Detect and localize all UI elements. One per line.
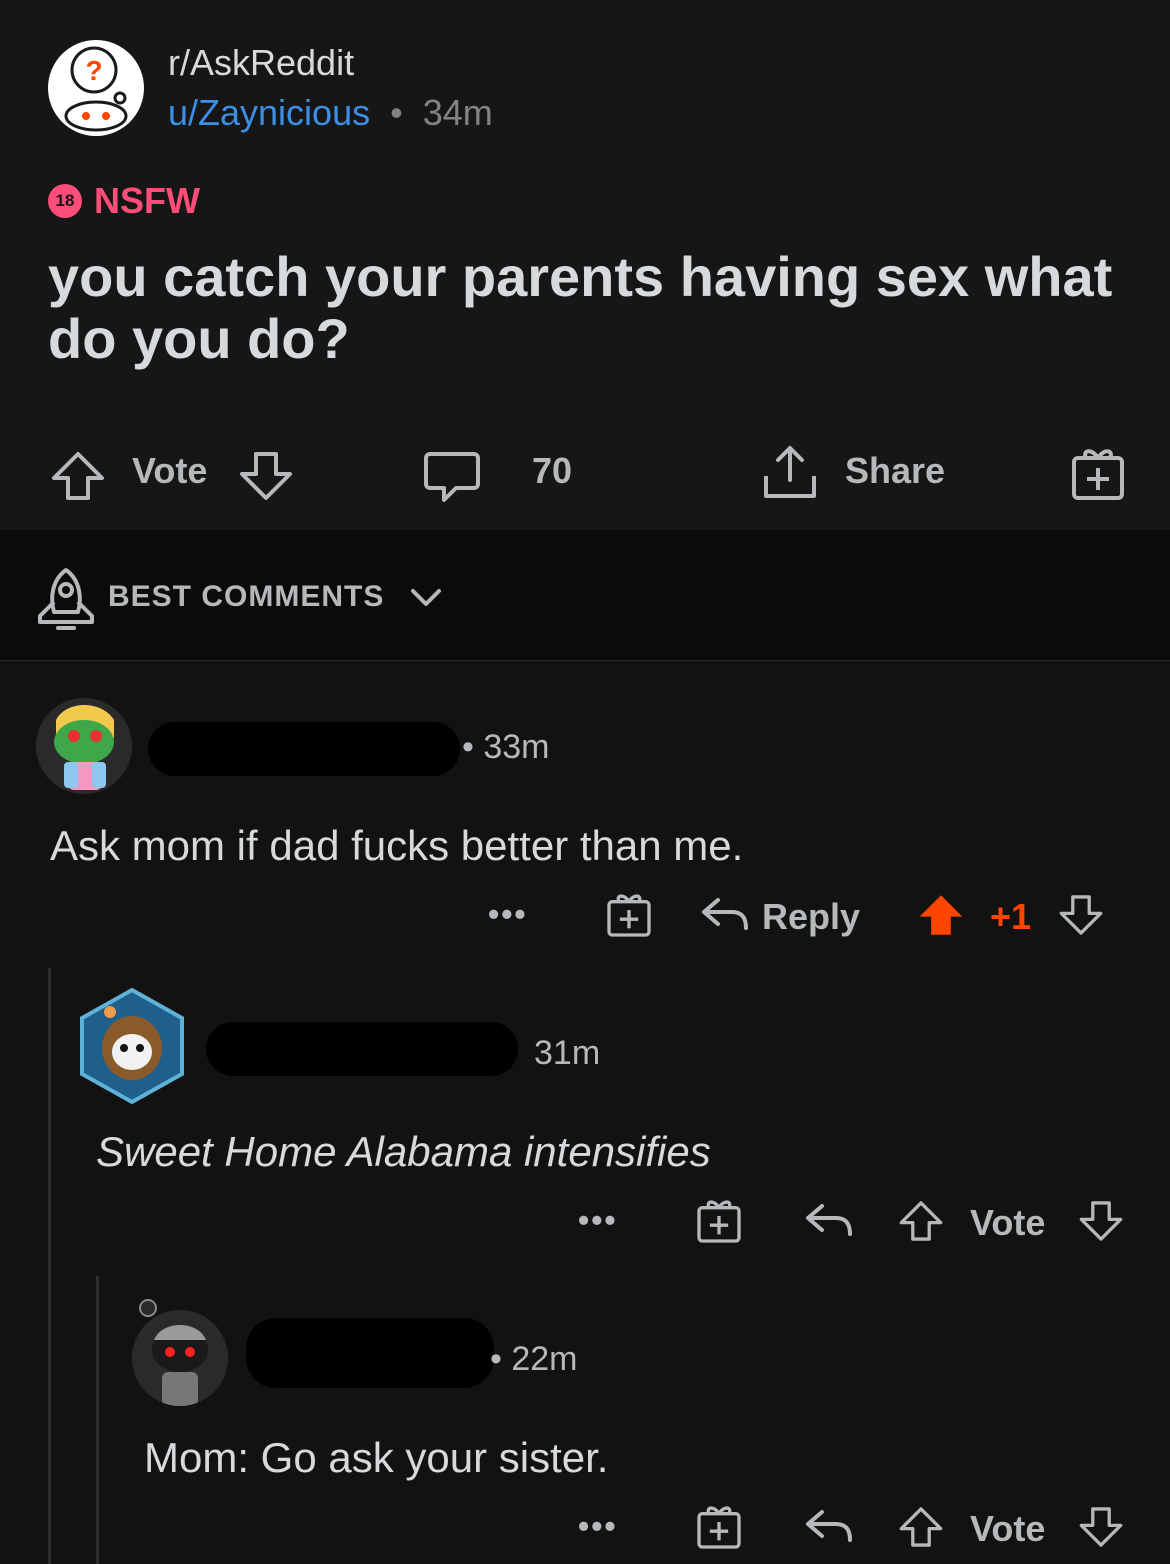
post-title[interactable]: you catch your parents having sex what d… bbox=[48, 246, 1128, 370]
vote-label: Vote bbox=[970, 1202, 1046, 1243]
nsfw-18-icon: 18 bbox=[48, 184, 82, 218]
comment-count: 70 bbox=[532, 450, 573, 491]
meta-separator: • bbox=[390, 92, 403, 133]
post-age: 34m bbox=[422, 92, 493, 133]
comment-age: 31m bbox=[534, 1034, 601, 1072]
upvote-active-icon[interactable] bbox=[918, 892, 964, 938]
downvote-icon[interactable] bbox=[1078, 1198, 1124, 1244]
comment-avatar[interactable] bbox=[36, 698, 132, 794]
comment-body[interactable]: Ask mom if dad fucks better than me. bbox=[50, 822, 743, 870]
avatar-icon[interactable] bbox=[76, 986, 188, 1106]
reply-icon[interactable] bbox=[700, 894, 750, 934]
share-icon[interactable] bbox=[760, 442, 820, 502]
thread-line[interactable] bbox=[48, 968, 51, 1564]
award-icon[interactable] bbox=[1068, 444, 1128, 504]
award-icon[interactable] bbox=[604, 890, 654, 940]
antenna-icon bbox=[139, 1299, 157, 1317]
downvote-icon[interactable] bbox=[1058, 892, 1104, 938]
reply-icon[interactable] bbox=[804, 1506, 854, 1546]
post-header: ? r/AskReddit u/Zaynicious • 34m 18 NSFW… bbox=[0, 0, 1170, 530]
comment-avatar[interactable] bbox=[132, 1310, 228, 1406]
thread-line[interactable] bbox=[96, 1276, 99, 1564]
chevron-down-icon bbox=[411, 589, 441, 606]
reply-label[interactable]: Reply bbox=[762, 896, 860, 938]
subreddit-name[interactable]: r/AskReddit bbox=[168, 42, 354, 84]
nsfw-label: NSFW bbox=[94, 180, 200, 221]
svg-text:?: ? bbox=[85, 55, 102, 86]
askreddit-logo-icon: ? bbox=[64, 46, 128, 132]
avatar-icon bbox=[132, 1310, 228, 1406]
upvote-icon[interactable] bbox=[898, 1198, 944, 1244]
upvote-icon[interactable] bbox=[50, 448, 106, 504]
more-options-icon[interactable]: ••• bbox=[578, 1202, 618, 1239]
comment-score: +1 bbox=[990, 896, 1032, 937]
reply-icon[interactable] bbox=[804, 1200, 854, 1240]
share-label[interactable]: Share bbox=[845, 450, 945, 492]
downvote-icon[interactable] bbox=[1078, 1504, 1124, 1550]
nsfw-tag: 18 NSFW bbox=[48, 180, 200, 222]
rocket-icon bbox=[38, 568, 94, 630]
redacted-username bbox=[148, 722, 460, 776]
subreddit-avatar[interactable]: ? bbox=[48, 40, 144, 136]
award-icon[interactable] bbox=[694, 1502, 744, 1552]
more-options-icon[interactable]: ••• bbox=[578, 1508, 618, 1545]
comment-body[interactable]: Mom: Go ask your sister. bbox=[144, 1434, 608, 1482]
upvote-icon[interactable] bbox=[898, 1504, 944, 1550]
more-options-icon[interactable]: ••• bbox=[488, 896, 528, 933]
downvote-icon[interactable] bbox=[238, 448, 294, 504]
comment-age: • 22m bbox=[490, 1340, 578, 1378]
comment-icon[interactable] bbox=[422, 448, 482, 504]
sort-label[interactable]: BEST COMMENTS bbox=[108, 580, 384, 614]
comment-age: • 33m bbox=[462, 728, 550, 766]
vote-label: Vote bbox=[970, 1508, 1046, 1549]
award-icon[interactable] bbox=[694, 1196, 744, 1246]
comment-body[interactable]: Sweet Home Alabama intensifies bbox=[96, 1128, 711, 1176]
vote-label: Vote bbox=[132, 450, 208, 491]
redacted-username bbox=[206, 1022, 518, 1076]
post-action-bar: Vote 70 Share bbox=[0, 440, 1170, 504]
redacted-username bbox=[246, 1318, 494, 1388]
avatar-icon bbox=[36, 698, 132, 794]
post-meta: u/Zaynicious • 34m bbox=[168, 92, 493, 134]
comment-sort-bar[interactable]: BEST COMMENTS bbox=[0, 530, 1170, 661]
post-author[interactable]: u/Zaynicious bbox=[168, 92, 370, 133]
